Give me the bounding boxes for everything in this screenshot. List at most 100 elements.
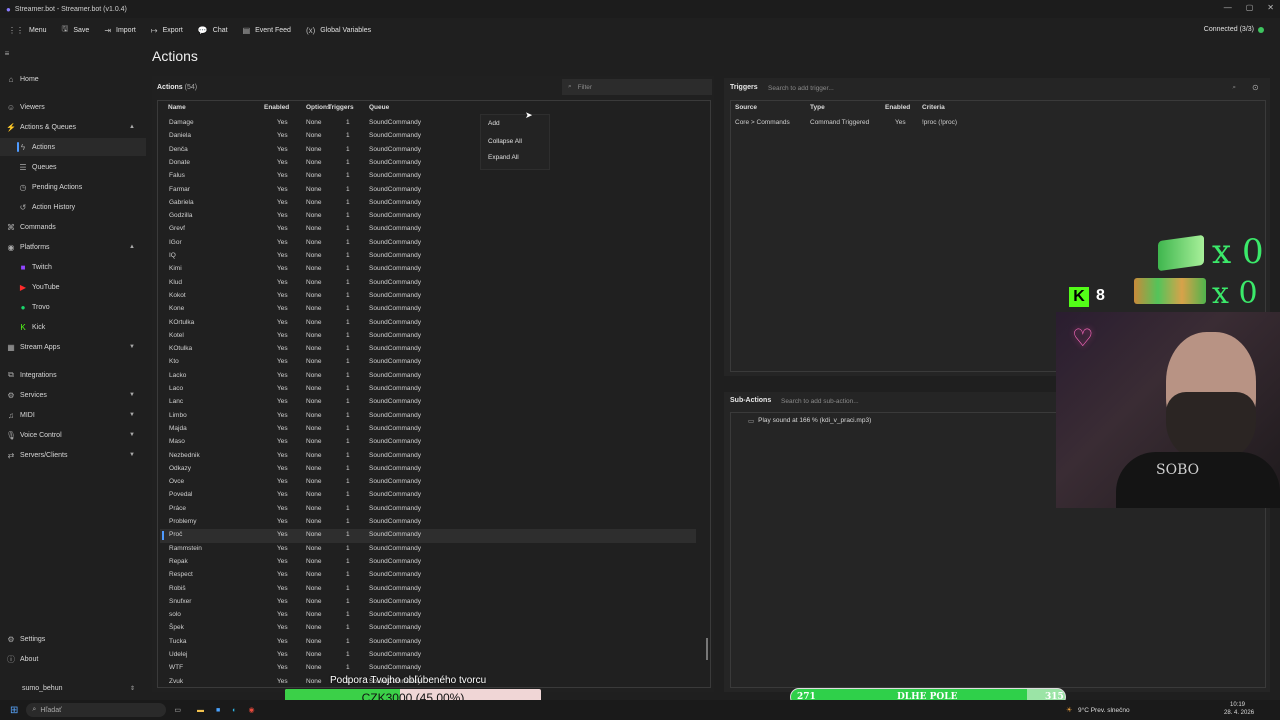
sidebar-item-voice-control[interactable]: 🎙 Voice Control ▼	[0, 426, 146, 444]
table-row[interactable]: Problemy Yes None 1 SoundCommandy	[160, 516, 696, 529]
table-row[interactable]: IQ Yes None 1 SoundCommandy	[160, 250, 696, 263]
sidebar-item-actions-queues[interactable]: ⚡ Actions & Queues ▲	[0, 118, 146, 136]
sidebar-item-home[interactable]: ⌂ Home	[0, 70, 146, 88]
settings-gear-icon[interactable]: ⊙	[1252, 83, 1259, 92]
table-row[interactable]: Odkazy Yes None 1 SoundCommandy	[160, 463, 696, 476]
table-row[interactable]: Práce Yes None 1 SoundCommandy	[160, 503, 696, 516]
sidebar-item-stream-apps[interactable]: ▦ Stream Apps ▼	[0, 338, 146, 356]
sidebar-item-trovo[interactable]: ● Trovo	[0, 298, 146, 316]
sidebar-item-queues[interactable]: ☰ Queues	[0, 158, 146, 176]
table-row[interactable]: KOrtulka Yes None 1 SoundCommandy	[160, 317, 696, 330]
table-row[interactable]: Donate Yes None 1 SoundCommandy	[160, 157, 696, 170]
sidebar-item-integrations[interactable]: ⧉ Integrations	[0, 366, 146, 384]
toolbar-export-button[interactable]: ↦ Export	[151, 26, 183, 35]
table-row[interactable]: Laco Yes None 1 SoundCommandy	[160, 383, 696, 396]
table-row[interactable]: Daniela Yes None 1 SoundCommandy	[160, 130, 696, 143]
clock-time[interactable]: 10:19	[1230, 702, 1245, 708]
sidebar-item-viewers[interactable]: ☺ Viewers	[0, 98, 146, 116]
table-row[interactable]: KOtulka Yes None 1 SoundCommandy	[160, 343, 696, 356]
store-icon[interactable]: ■	[216, 707, 220, 714]
sidebar-item-services[interactable]: ⚙ Services ▼	[0, 386, 146, 404]
table-row[interactable]: Respect Yes None 1 SoundCommandy	[160, 569, 696, 582]
table-row[interactable]: Kimi Yes None 1 SoundCommandy	[160, 263, 696, 276]
table-row[interactable]: Udelej Yes None 1 SoundCommandy	[160, 649, 696, 662]
close-icon[interactable]: ✕	[1267, 3, 1274, 12]
trigger-search-input[interactable]: Search to add trigger... ⌕	[762, 80, 1242, 96]
sidebar-item-twitch[interactable]: ■ Twitch	[0, 258, 146, 276]
sidebar-item-settings[interactable]: ⚙ Settings	[0, 630, 146, 648]
toolbar-import-button[interactable]: ⇥ Import	[104, 26, 136, 35]
maximize-icon[interactable]: ▢	[1246, 3, 1254, 12]
sidebar-item-platforms[interactable]: ◉ Platforms ▲	[0, 238, 146, 256]
table-row[interactable]: Kotel Yes None 1 SoundCommandy	[160, 330, 696, 343]
sidebar-item-youtube[interactable]: ▶ YouTube	[0, 278, 146, 296]
table-row[interactable]: Proč Yes None 1 SoundCommandy	[160, 529, 696, 543]
edge-icon[interactable]: ◐	[232, 707, 236, 714]
table-row[interactable]: solo Yes None 1 SoundCommandy	[160, 609, 696, 622]
sidebar-item-commands[interactable]: ⌘ Commands	[0, 218, 146, 236]
clock-date[interactable]: 28. 4. 2026	[1224, 710, 1254, 716]
subaction-item[interactable]: ▭ Play sound at 166 % (kdi_v_praci.mp3)	[748, 417, 871, 425]
toolbar-event-feed-button[interactable]: ▤ Event Feed	[243, 26, 291, 35]
table-row[interactable]: Repak Yes None 1 SoundCommandy	[160, 556, 696, 569]
column-header-name[interactable]: Name	[168, 104, 186, 111]
table-row[interactable]: Snufxer Yes None 1 SoundCommandy	[160, 596, 696, 609]
column-header-type[interactable]: Type	[810, 104, 825, 111]
explorer-icon[interactable]: ▬	[197, 707, 204, 714]
connection-status[interactable]: Connected (3/3)	[1204, 26, 1264, 33]
table-row[interactable]: Špek Yes None 1 SoundCommandy	[160, 622, 696, 635]
table-row[interactable]: Tucka Yes None 1 SoundCommandy	[160, 636, 696, 649]
table-row[interactable]: Ovce Yes None 1 SoundCommandy	[160, 476, 696, 489]
column-header-options[interactable]: Options	[306, 104, 331, 111]
table-row[interactable]: Majda Yes None 1 SoundCommandy	[160, 423, 696, 436]
table-row[interactable]: Klud Yes None 1 SoundCommandy	[160, 277, 696, 290]
table-row[interactable]: Rammstein Yes None 1 SoundCommandy	[160, 543, 696, 556]
taskbar-search[interactable]: ⌕ Hľadať	[26, 703, 167, 717]
context-menu-item-expand-all[interactable]: Expand All	[488, 154, 519, 161]
sidebar-item-pending-actions[interactable]: ◷ Pending Actions	[0, 178, 146, 196]
scrollbar[interactable]	[706, 638, 708, 660]
table-row[interactable]: Kto Yes None 1 SoundCommandy	[160, 356, 696, 369]
sidebar-item-midi[interactable]: ♫ MIDI ▼	[0, 406, 146, 424]
table-row[interactable]: Robiš Yes None 1 SoundCommandy	[160, 583, 696, 596]
table-row[interactable]: Kokot Yes None 1 SoundCommandy	[160, 290, 696, 303]
table-row[interactable]: Gabriela Yes None 1 SoundCommandy	[160, 197, 696, 210]
table-row[interactable]: Godzilla Yes None 1 SoundCommandy	[160, 210, 696, 223]
hamburger-menu-icon[interactable]: ≡	[0, 44, 24, 62]
table-row[interactable]: Damage Yes None 1 SoundCommandy	[160, 117, 696, 130]
toolbar-save-button[interactable]: 🖫 Save	[62, 23, 90, 37]
table-row[interactable]: Grevf Yes None 1 SoundCommandy	[160, 223, 696, 236]
column-header-enabled[interactable]: Enabled	[885, 104, 910, 111]
table-row[interactable]: Povedal Yes None 1 SoundCommandy	[160, 489, 696, 502]
table-row[interactable]: IGor Yes None 1 SoundCommandy	[160, 237, 696, 250]
sidebar-item-action-history[interactable]: ↺ Action History	[0, 198, 146, 216]
table-row[interactable]: Lanc Yes None 1 SoundCommandy	[160, 396, 696, 409]
toolbar-chat-button[interactable]: 💬 Chat	[198, 26, 228, 35]
toolbar-global-variables-button[interactable]: (x) Global Variables	[306, 26, 371, 35]
sidebar-item-kick[interactable]: K Kick	[0, 318, 146, 336]
windows-start-icon[interactable]: ⊞	[10, 705, 18, 716]
user-account[interactable]: sumo_behun ⇕	[0, 679, 146, 697]
taskview-icon[interactable]: ▭	[174, 706, 181, 714]
chrome-icon[interactable]: ◉	[248, 706, 254, 714]
table-row[interactable]: Kone Yes None 1 SoundCommandy	[160, 303, 696, 316]
table-row[interactable]: Nezbednik Yes None 1 SoundCommandy	[160, 450, 696, 463]
table-row[interactable]: Limbo Yes None 1 SoundCommandy	[160, 410, 696, 423]
table-row[interactable]: Lacko Yes None 1 SoundCommandy	[160, 370, 696, 383]
column-header-queue[interactable]: Queue	[369, 104, 389, 111]
minimize-icon[interactable]: —	[1224, 3, 1232, 12]
toolbar-menu-button[interactable]: ⋮⋮ Menu	[8, 26, 47, 35]
table-row[interactable]: WTF Yes None 1 SoundCommandy	[160, 662, 696, 675]
sidebar-item-about[interactable]: ⓘ About	[0, 650, 146, 668]
sidebar-item-actions[interactable]: ϟ Actions	[0, 138, 146, 156]
column-header-criteria[interactable]: Criteria	[922, 104, 945, 111]
table-row[interactable]: Farmar Yes None 1 SoundCommandy	[160, 184, 696, 197]
context-menu-item-collapse-all[interactable]: Collapse All	[488, 138, 522, 145]
column-header-enabled[interactable]: Enabled	[264, 104, 289, 111]
table-row[interactable]: Maso Yes None 1 SoundCommandy	[160, 436, 696, 449]
sidebar-item-servers-clients[interactable]: ⇄ Servers/Clients ▼	[0, 446, 146, 464]
column-header-source[interactable]: Source	[735, 104, 757, 111]
column-header-triggers[interactable]: Triggers	[328, 104, 354, 111]
subaction-search-input[interactable]: Search to add sub-action...	[775, 394, 1055, 408]
table-row[interactable]: Denča Yes None 1 SoundCommandy	[160, 144, 696, 157]
